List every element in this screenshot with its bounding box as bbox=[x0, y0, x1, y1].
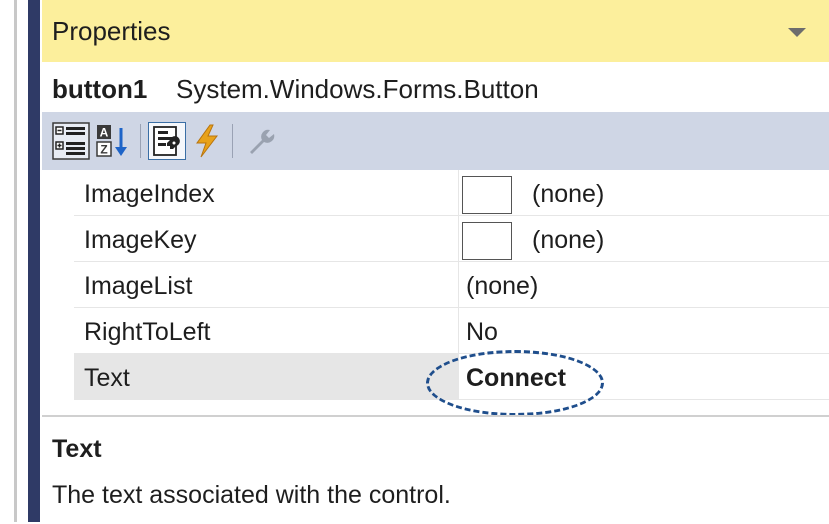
property-name: RightToLeft bbox=[84, 318, 211, 346]
description-title: Text bbox=[52, 435, 102, 463]
window-left-border bbox=[0, 0, 42, 522]
object-selector[interactable]: button1 System.Windows.Forms.Button bbox=[42, 62, 829, 112]
property-value[interactable]: (none) bbox=[532, 226, 604, 255]
alphabetical-icon[interactable]: A Z bbox=[94, 122, 132, 160]
svg-text:A: A bbox=[100, 126, 109, 140]
grid-gutter bbox=[42, 170, 74, 415]
object-type: System.Windows.Forms.Button bbox=[176, 74, 539, 104]
description-text: The text associated with the control. bbox=[52, 481, 451, 509]
svg-text:Z: Z bbox=[100, 143, 107, 157]
property-name: Text bbox=[84, 364, 130, 392]
toolbar-separator bbox=[140, 124, 141, 158]
property-name: ImageKey bbox=[84, 226, 197, 254]
panel-titlebar[interactable]: Properties bbox=[42, 0, 829, 62]
property-grid: ImageIndex (none) ImageKey (none) ImageL… bbox=[42, 170, 829, 416]
events-icon[interactable] bbox=[188, 122, 226, 160]
property-value[interactable]: No bbox=[466, 318, 498, 347]
property-name: ImageList bbox=[84, 272, 193, 300]
toolbar-separator bbox=[232, 124, 233, 158]
property-row-imagelist[interactable]: ImageList (none) bbox=[74, 262, 829, 308]
properties-toolbar: A Z bbox=[42, 112, 829, 170]
property-name: ImageIndex bbox=[84, 180, 215, 208]
image-swatch bbox=[462, 176, 512, 214]
image-swatch bbox=[462, 222, 512, 260]
property-value[interactable]: (none) bbox=[532, 180, 604, 209]
property-value[interactable]: (none) bbox=[466, 272, 538, 301]
object-name: button1 bbox=[52, 74, 148, 104]
property-pages-icon[interactable] bbox=[242, 122, 280, 160]
properties-panel: Properties button1 System.Windows.Forms.… bbox=[42, 0, 829, 524]
annotation-dashed-ellipse bbox=[426, 350, 604, 416]
property-row-righttoleft[interactable]: RightToLeft No bbox=[74, 308, 829, 354]
property-row-imageindex[interactable]: ImageIndex (none) bbox=[74, 170, 829, 216]
description-pane: Text The text associated with the contro… bbox=[42, 415, 829, 524]
border-line bbox=[14, 0, 17, 522]
property-row-imagekey[interactable]: ImageKey (none) bbox=[74, 216, 829, 262]
chevron-down-icon[interactable] bbox=[788, 28, 806, 37]
accent-bar bbox=[28, 0, 40, 522]
panel-title: Properties bbox=[52, 16, 171, 46]
categorized-icon[interactable] bbox=[52, 122, 90, 160]
properties-icon[interactable] bbox=[148, 122, 186, 160]
